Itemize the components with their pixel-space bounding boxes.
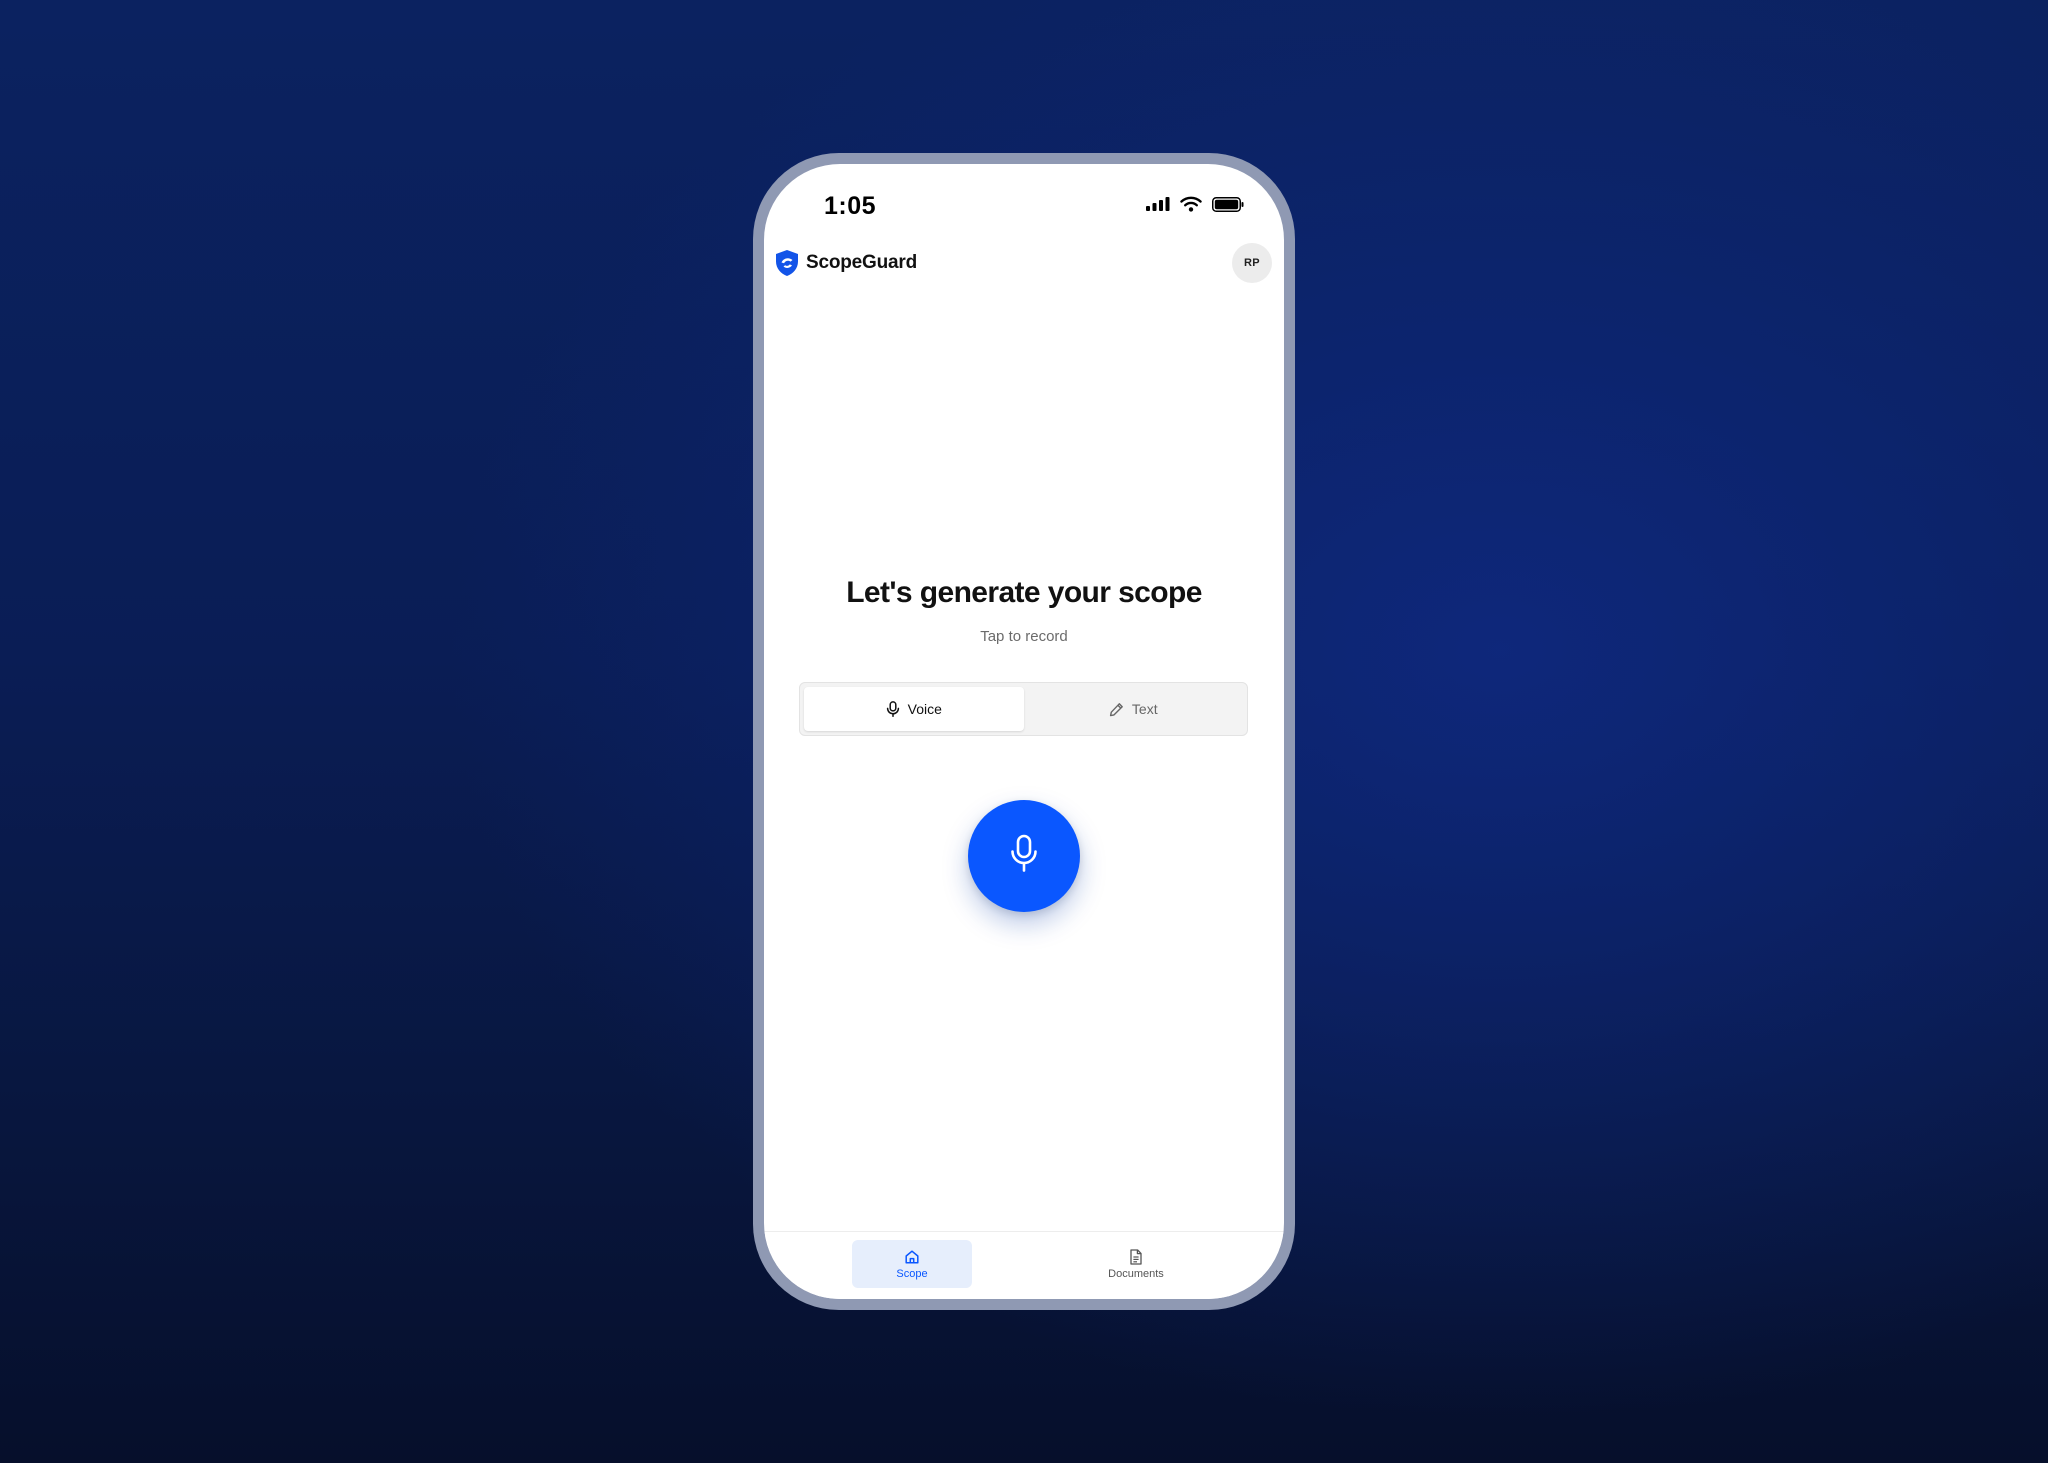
pencil-icon	[1109, 702, 1124, 717]
wifi-icon	[1180, 196, 1202, 212]
home-icon	[904, 1249, 920, 1265]
microphone-icon	[886, 701, 900, 717]
cellular-signal-icon	[1146, 197, 1170, 211]
page-title: Let's generate your scope	[846, 576, 1202, 609]
page-subtitle: Tap to record	[980, 628, 1068, 645]
tab-documents-label: Documents	[1108, 1267, 1164, 1280]
text-mode-label: Text	[1131, 701, 1158, 717]
app-header: ScopeGuard RP	[774, 243, 1272, 287]
document-icon	[1129, 1248, 1143, 1265]
voice-mode-label: Voice	[907, 701, 942, 717]
status-bar-icons	[1146, 196, 1244, 212]
bottom-navigation: Scope Documents	[764, 1231, 1284, 1299]
status-bar-time: 1:05	[824, 192, 877, 220]
tab-scope-label: Scope	[896, 1267, 928, 1280]
app-name: ScopeGuard	[806, 252, 917, 273]
record-button[interactable]	[968, 800, 1080, 912]
brand[interactable]: ScopeGuard	[774, 249, 917, 277]
avatar[interactable]: RP	[1232, 243, 1272, 283]
tab-scope[interactable]: Scope	[852, 1240, 972, 1288]
voice-mode-tab[interactable]: Voice	[804, 687, 1024, 731]
text-mode-tab[interactable]: Text	[1024, 687, 1244, 731]
battery-icon	[1212, 196, 1244, 212]
tab-documents[interactable]: Documents	[1076, 1240, 1196, 1288]
input-mode-toggle: Voice Text	[799, 682, 1248, 736]
phone-frame: 1:05 ScopeGuard RP Let's generate your s…	[753, 153, 1295, 1310]
microphone-icon	[1009, 834, 1039, 879]
phone-screen: 1:05 ScopeGuard RP Let's generate your s…	[764, 164, 1284, 1299]
shield-logo-icon	[774, 249, 800, 277]
